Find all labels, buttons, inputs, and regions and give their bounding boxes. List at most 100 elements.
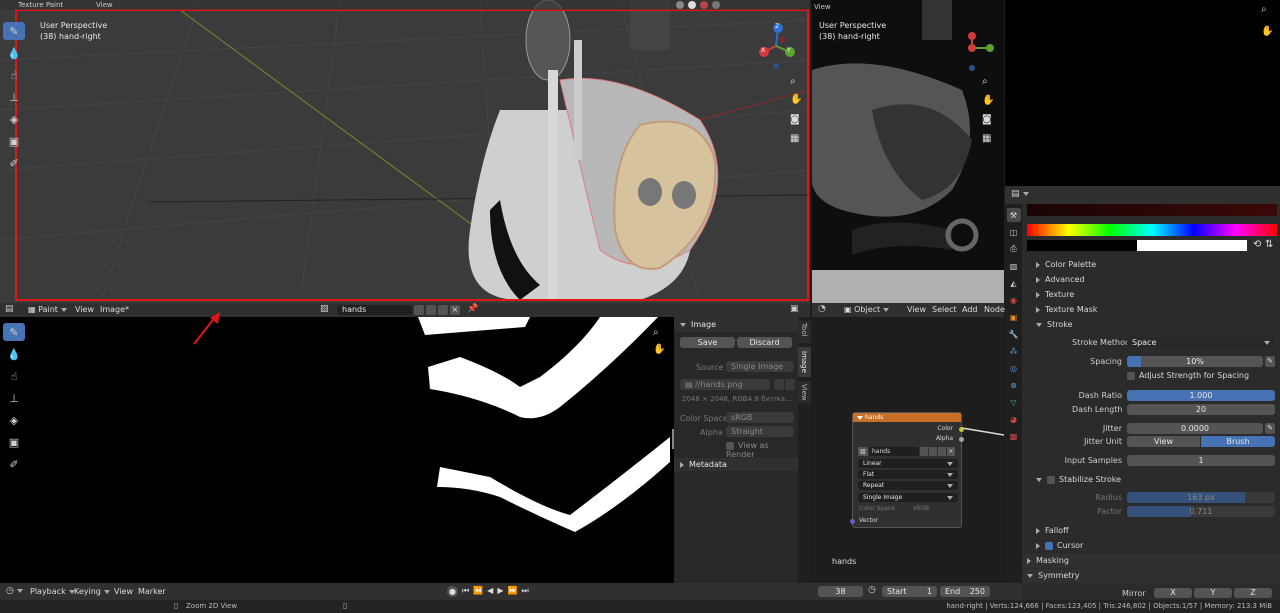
file-browse-icon[interactable] bbox=[774, 379, 784, 390]
out-alpha-socket[interactable] bbox=[959, 437, 964, 442]
material-tab-icon[interactable]: ◕ bbox=[1007, 412, 1021, 426]
node-open-icon[interactable] bbox=[938, 447, 946, 456]
timeline-view-menu[interactable]: View bbox=[114, 587, 133, 596]
tool-tab-icon[interactable]: ⚒ bbox=[1006, 208, 1021, 222]
outliner-search-icon[interactable]: ⌕ bbox=[1261, 4, 1267, 15]
texture-mask-panel[interactable]: Texture Mask bbox=[1036, 304, 1097, 315]
image-zoom-icon[interactable]: ⌕ bbox=[653, 327, 659, 338]
constraints-tab-icon[interactable]: ⊗ bbox=[1007, 378, 1021, 392]
right-zoom-icon[interactable]: ⌕ bbox=[982, 76, 988, 87]
color-swatch-primary[interactable] bbox=[1027, 240, 1137, 251]
node-new-icon[interactable] bbox=[929, 447, 937, 456]
node-editor-type-icon[interactable]: ◔ bbox=[818, 304, 826, 314]
image-draw-icon[interactable]: ✎ bbox=[3, 323, 25, 341]
source-dropdown[interactable]: Single Image bbox=[726, 361, 794, 372]
mask-icon[interactable]: ▣ bbox=[3, 132, 25, 150]
keying-menu[interactable]: Keying bbox=[74, 587, 110, 596]
metadata-panel-header[interactable]: Metadata bbox=[674, 458, 798, 471]
save-button[interactable]: Save bbox=[680, 337, 735, 348]
node-header[interactable]: hands bbox=[853, 413, 961, 422]
hue-bar[interactable] bbox=[1027, 224, 1277, 236]
node-image-selector[interactable]: ▧ hands × bbox=[858, 447, 958, 456]
node-canvas[interactable]: hands Color Alpha ▧ hands × Linear Flat … bbox=[812, 317, 1004, 583]
image-texture-node[interactable]: hands Color Alpha ▧ hands × Linear Flat … bbox=[850, 412, 964, 528]
reload-icon[interactable] bbox=[785, 379, 795, 390]
tab-image[interactable]: Image bbox=[798, 347, 811, 377]
fake-user-icon[interactable] bbox=[414, 305, 424, 315]
node-fake-user-icon[interactable] bbox=[920, 447, 928, 456]
advanced-panel[interactable]: Advanced bbox=[1036, 274, 1085, 285]
record-icon[interactable]: ● bbox=[447, 586, 458, 597]
factor-slider[interactable]: 0.711 bbox=[1127, 506, 1275, 517]
adjust-strength-checkbox[interactable]: Adjust Strength for Spacing bbox=[1127, 370, 1249, 381]
start-frame-field[interactable]: Start 1 bbox=[882, 586, 937, 597]
annotate-icon[interactable]: ✐ bbox=[3, 154, 25, 172]
swap-colors-icon[interactable]: ⟲ bbox=[1253, 239, 1261, 250]
modifier-tab-icon[interactable]: 🔧 bbox=[1007, 327, 1021, 341]
mirror-z-button[interactable]: Z bbox=[1234, 588, 1272, 598]
image-annotate-icon[interactable]: ✐ bbox=[3, 455, 25, 473]
dash-length-field[interactable]: 20 bbox=[1127, 404, 1275, 415]
render-tab-icon[interactable]: ◫ bbox=[1007, 225, 1021, 239]
shader-type-dropdown[interactable]: ▣ Object bbox=[844, 305, 890, 314]
color-swatch-secondary[interactable] bbox=[1137, 240, 1247, 251]
image-mask-icon[interactable]: ▣ bbox=[3, 433, 25, 451]
unlink-image-icon[interactable]: × bbox=[450, 305, 460, 315]
right-navigation-gizmo[interactable] bbox=[958, 32, 998, 72]
node-image-name[interactable]: hands bbox=[869, 447, 919, 456]
paint-mode-dropdown[interactable]: ▦ Paint bbox=[28, 305, 67, 314]
jitter-pressure-icon[interactable]: ✎ bbox=[1265, 423, 1275, 434]
play-icon[interactable]: ▶ bbox=[497, 586, 503, 597]
input-samples-field[interactable]: 1 bbox=[1127, 455, 1275, 466]
alpha-dropdown[interactable]: Straight bbox=[726, 426, 794, 437]
node-add-menu[interactable]: Add bbox=[962, 305, 978, 314]
clone-icon[interactable]: ⊥ bbox=[3, 88, 25, 106]
out-color-socket[interactable] bbox=[959, 427, 964, 432]
marker-menu[interactable]: Marker bbox=[138, 587, 166, 596]
stroke-method-dropdown[interactable]: Space bbox=[1127, 337, 1275, 348]
viewport-shading-buttons[interactable] bbox=[676, 1, 806, 9]
world-tab-icon[interactable]: ◉ bbox=[1007, 293, 1021, 307]
right-pan-icon[interactable]: ✋ bbox=[982, 95, 994, 106]
current-frame-field[interactable]: 38 bbox=[818, 586, 863, 597]
fill-icon[interactable]: ◈ bbox=[3, 110, 25, 128]
symmetry-panel[interactable]: Symmetry bbox=[1022, 569, 1280, 583]
masking-panel[interactable]: Masking bbox=[1022, 554, 1280, 568]
next-keyframe-icon[interactable]: ⏩ bbox=[507, 586, 517, 597]
new-image-icon[interactable] bbox=[426, 305, 436, 315]
outliner-hand-icon[interactable]: ✋ bbox=[1261, 26, 1273, 37]
filepath-field[interactable]: ▤ //hands.png bbox=[680, 379, 770, 390]
object-tab-icon[interactable]: ▣ bbox=[1007, 310, 1021, 324]
play-reverse-icon[interactable]: ◀ bbox=[487, 586, 493, 597]
pin-icon[interactable]: 📌 bbox=[467, 304, 478, 314]
image-clone-icon[interactable]: ⊥ bbox=[3, 389, 25, 407]
shading-solid-icon[interactable] bbox=[688, 1, 696, 9]
image-panel-header[interactable]: Image bbox=[674, 317, 798, 332]
node-image-browse-icon[interactable]: ▧ bbox=[858, 447, 868, 456]
spacing-slider[interactable]: 10% bbox=[1127, 356, 1263, 367]
shading-material-icon[interactable] bbox=[700, 1, 708, 9]
end-frame-field[interactable]: End 250 bbox=[940, 586, 990, 597]
mode-dropdown[interactable]: Texture Paint bbox=[18, 1, 63, 9]
projection-dropdown[interactable]: Flat bbox=[858, 470, 958, 479]
node-unlink-icon[interactable]: × bbox=[947, 447, 955, 456]
scene-tab-icon[interactable]: ◭ bbox=[1007, 276, 1021, 290]
color-palette-panel[interactable]: Color Palette bbox=[1036, 259, 1096, 270]
image-soften-icon[interactable]: 💧 bbox=[3, 345, 25, 363]
jitter-field[interactable]: 0.0000 bbox=[1127, 423, 1263, 434]
draw-brush-icon[interactable]: ✎ bbox=[3, 22, 25, 40]
spacing-pressure-icon[interactable]: ✎ bbox=[1265, 356, 1275, 367]
mirror-x-button[interactable]: X bbox=[1154, 588, 1192, 598]
extension-dropdown[interactable]: Repeat bbox=[858, 481, 958, 490]
image-browse-icon[interactable]: ▧ bbox=[320, 304, 329, 314]
properties-type-icon[interactable]: ▤ bbox=[1011, 189, 1029, 199]
jitter-unit-view-button[interactable]: View bbox=[1127, 436, 1200, 447]
stroke-panel[interactable]: Stroke bbox=[1036, 319, 1073, 330]
node-select-menu[interactable]: Select bbox=[932, 305, 957, 314]
radius-slider[interactable]: 163 px bbox=[1127, 492, 1275, 503]
image-smear-icon[interactable]: ☝ bbox=[3, 367, 25, 385]
right-viewport[interactable]: View User Perspective (38) hand-right ⌕ … bbox=[812, 0, 1004, 303]
falloff-panel[interactable]: Falloff bbox=[1036, 525, 1069, 536]
smear-icon[interactable]: ☝ bbox=[3, 66, 25, 84]
image-datablock-buttons[interactable]: × bbox=[414, 305, 460, 315]
